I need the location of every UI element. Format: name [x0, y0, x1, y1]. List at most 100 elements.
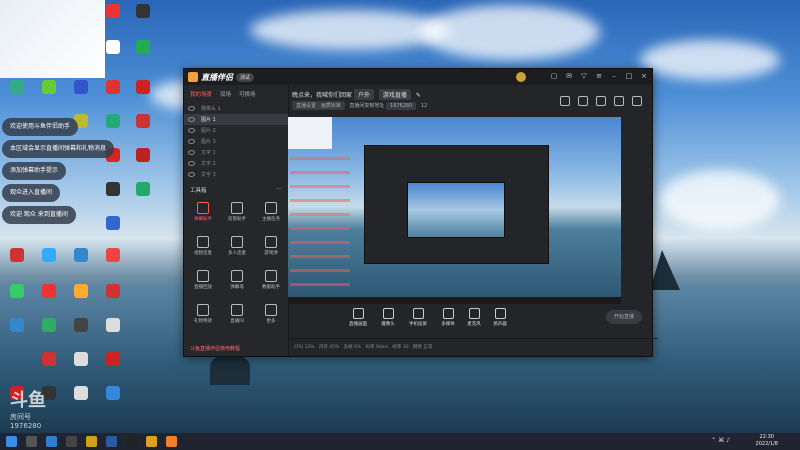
gift-box-icon[interactable] — [560, 96, 570, 106]
desktop-icon[interactable] — [130, 2, 156, 36]
app-icon[interactable] — [126, 436, 137, 447]
tool-replay[interactable]: 直播回放 — [186, 266, 220, 296]
avatar[interactable] — [516, 72, 526, 82]
tool-multi-link[interactable]: 多人连麦 — [220, 232, 254, 262]
microphone-button[interactable]: 麦克风 — [460, 308, 488, 327]
tool-danmaku[interactable]: 弹幕助手 — [186, 198, 220, 228]
desktop-icon[interactable] — [68, 282, 94, 316]
desktop-icon[interactable] — [36, 282, 62, 316]
bell-icon[interactable] — [614, 96, 624, 106]
desktop-icon[interactable] — [4, 78, 30, 112]
edit-icon[interactable]: ✎ — [416, 92, 421, 99]
shield-icon[interactable]: ▽ — [580, 72, 588, 80]
desktop-icon[interactable] — [130, 112, 156, 146]
category-value[interactable]: 游戏直播 — [378, 89, 411, 100]
steam-icon[interactable] — [106, 436, 117, 447]
source-item[interactable]: 图片 2 — [184, 125, 288, 136]
desktop-icon[interactable] — [100, 282, 126, 316]
speaker-button[interactable]: 扬声器 — [486, 308, 514, 327]
desktop-icon[interactable] — [100, 316, 126, 350]
source-item[interactable]: 文字 3 — [184, 169, 288, 180]
media-button[interactable]: 多媒体 — [434, 308, 462, 327]
tool-more[interactable]: 更多 — [254, 300, 288, 330]
phone-cast-button[interactable]: 手机投屏 — [404, 308, 432, 327]
source-item[interactable]: 图片 1 — [184, 114, 288, 125]
tutorial-link[interactable]: 斗鱼直播伴侣使用教程 — [190, 345, 240, 352]
desktop-icon[interactable] — [4, 282, 30, 316]
source-item[interactable]: 摄像头 1 — [184, 103, 288, 114]
tool-video-link[interactable]: 视频连麦 — [186, 232, 220, 262]
version-badge[interactable]: 测试 — [236, 72, 255, 82]
eye-icon[interactable] — [188, 128, 195, 133]
desktop-icon[interactable] — [130, 146, 156, 180]
share-icon[interactable] — [632, 96, 642, 106]
desktop-icon[interactable] — [68, 316, 94, 350]
eye-icon[interactable] — [188, 106, 195, 111]
close-icon[interactable]: × — [640, 72, 648, 80]
live-companion-taskbar-icon[interactable] — [146, 436, 157, 447]
desktop-icon[interactable] — [100, 180, 126, 214]
tab-switch[interactable]: 可换场 — [239, 90, 256, 98]
desktop-icon[interactable] — [4, 316, 30, 350]
clock[interactable]: 22:30 2022/1/8 — [756, 434, 778, 448]
tool-room-admin[interactable]: 房管助手 — [220, 198, 254, 228]
desktop-icon[interactable] — [68, 246, 94, 280]
desktop-icon[interactable] — [100, 214, 126, 248]
desktop-icon[interactable] — [68, 78, 94, 112]
desktop-icon[interactable] — [100, 2, 126, 36]
live-preview[interactable] — [288, 117, 621, 304]
tab-dual[interactable]: 双场 — [220, 90, 231, 98]
network-icon[interactable]: ⌘ — [718, 437, 724, 444]
source-item[interactable]: 图片 3 — [184, 136, 288, 147]
minimize-icon[interactable]: – — [610, 72, 618, 80]
go-live-button[interactable]: 开始直播 — [606, 310, 642, 324]
camera-button[interactable]: 摄像头 — [374, 308, 402, 327]
desktop-icon[interactable] — [100, 350, 126, 384]
desktop-icon[interactable] — [36, 78, 62, 112]
eye-icon[interactable] — [188, 172, 195, 177]
more-icon[interactable]: ⋯ — [277, 186, 283, 194]
desktop-icon[interactable] — [68, 350, 94, 384]
eye-icon[interactable] — [188, 117, 195, 122]
screen-capture-button[interactable]: 直播画面 — [344, 308, 372, 327]
desktop-icon[interactable] — [130, 180, 156, 214]
app-icon[interactable] — [166, 436, 177, 447]
source-item[interactable]: 文字 2 — [184, 158, 288, 169]
tool-danmaku-wall[interactable]: 弹幕墙 — [220, 266, 254, 296]
eye-icon[interactable] — [188, 150, 195, 155]
lock-icon[interactable] — [578, 96, 588, 106]
tool-game[interactable]: 游戏弹 — [254, 232, 288, 262]
tool-room[interactable]: 直播间 — [220, 300, 254, 330]
desktop-icon[interactable] — [100, 384, 126, 418]
chevron-up-icon[interactable]: ⌃ — [711, 437, 716, 444]
desktop-icon[interactable] — [68, 384, 94, 418]
desktop-icon[interactable] — [4, 246, 30, 280]
desktop-icon[interactable] — [130, 38, 156, 72]
desktop-icon[interactable] — [36, 246, 62, 280]
desktop-icon[interactable] — [36, 350, 62, 384]
desktop-icon[interactable] — [100, 78, 126, 112]
tab-my-scene[interactable]: 我的场景 — [190, 90, 212, 98]
record-icon[interactable] — [596, 96, 606, 106]
app-icon[interactable] — [66, 436, 77, 447]
mail-icon[interactable]: ✉ — [565, 72, 573, 80]
gift-icon[interactable]: ▢ — [550, 72, 558, 80]
desktop-icon[interactable] — [130, 78, 156, 112]
edge-icon[interactable] — [46, 436, 57, 447]
source-item[interactable]: 文字 1 — [184, 147, 288, 158]
eye-icon[interactable] — [188, 161, 195, 166]
start-icon[interactable] — [6, 436, 17, 447]
menu-icon[interactable]: ≡ — [595, 72, 603, 80]
stream-settings[interactable]: 直播设置 · 画质标准 — [292, 101, 345, 110]
tool-gift-effect[interactable]: 礼物特效 — [186, 300, 220, 330]
search-icon[interactable] — [26, 436, 37, 447]
category-pill[interactable]: 户外 — [353, 89, 374, 100]
desktop-icon[interactable] — [36, 316, 62, 350]
tool-data[interactable]: 数据助手 — [254, 266, 288, 296]
folder-icon[interactable] — [86, 436, 97, 447]
eye-icon[interactable] — [188, 139, 195, 144]
desktop-icon[interactable] — [100, 38, 126, 72]
volume-icon[interactable]: ♪ — [726, 437, 730, 444]
copy-address[interactable]: 直播间复制地址 — [349, 103, 384, 109]
desktop-icon[interactable] — [100, 246, 126, 280]
